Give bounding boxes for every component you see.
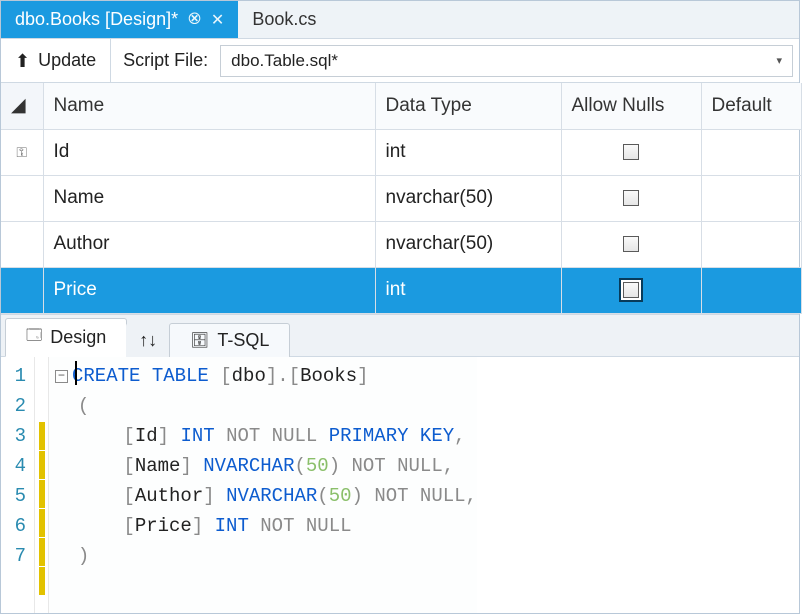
row-key-indicator (1, 267, 43, 313)
fold-toggle-icon[interactable]: − (55, 370, 68, 383)
update-label: Update (38, 50, 96, 71)
row-key-indicator (1, 175, 43, 221)
swap-panes-button[interactable]: ↑↓ (126, 323, 170, 357)
design-icon: 🗔 (26, 325, 42, 350)
document-tab-strip: dbo.Books [Design]* ⮿ ✕ Book.cs (1, 1, 799, 39)
row-key-indicator: ⚿ (1, 129, 43, 175)
chevron-down-icon: ▾ (776, 54, 782, 67)
tab-book-cs[interactable]: Book.cs (238, 1, 330, 38)
cell-name[interactable]: Price (43, 267, 375, 313)
cell-allownulls[interactable] (561, 175, 701, 221)
cell-default[interactable] (701, 175, 801, 221)
update-button[interactable]: ⬆ Update (1, 39, 111, 82)
tab-design[interactable]: 🗔 Design (5, 318, 127, 357)
cell-datatype[interactable]: nvarchar(50) (375, 221, 561, 267)
pin-icon[interactable]: ⮿ (188, 11, 201, 29)
change-markers (35, 357, 49, 614)
columns-grid: ◢ Name Data Type Allow Nulls Default ⚿Id… (1, 83, 799, 315)
tab-label: dbo.Books [Design]* (15, 9, 178, 30)
script-file-value: dbo.Table.sql* (231, 51, 338, 71)
table-row[interactable]: ⚿Idint (1, 129, 801, 175)
column-header-default[interactable]: Default (701, 83, 801, 129)
designer-toolbar: ⬆ Update Script File: dbo.Table.sql* ▾ (1, 39, 799, 83)
table-row[interactable]: Namenvarchar(50) (1, 175, 801, 221)
swap-icon: ↑↓ (139, 330, 157, 351)
tab-tsql-label: T-SQL (217, 330, 269, 351)
cell-datatype[interactable]: int (375, 129, 561, 175)
line-number-gutter: 1 2 3 4 5 6 7 (1, 357, 35, 614)
cell-datatype[interactable]: int (375, 267, 561, 313)
cell-datatype[interactable]: nvarchar(50) (375, 175, 561, 221)
designer-view-tabs: 🗔 Design ↑↓ 🗄 T-SQL (1, 315, 799, 357)
tab-dbo-books-design[interactable]: dbo.Books [Design]* ⮿ ✕ (1, 1, 238, 38)
tsql-editor[interactable]: 1 2 3 4 5 6 7 −CREATE TABLE [dbo].[Books… (1, 357, 799, 614)
checkbox-icon[interactable] (623, 144, 639, 160)
cell-allownulls[interactable] (561, 221, 701, 267)
checkbox-icon[interactable] (623, 236, 639, 252)
checkbox-icon[interactable] (623, 190, 639, 206)
cell-name[interactable]: Author (43, 221, 375, 267)
column-header-name[interactable]: Name (43, 83, 375, 129)
checkbox-icon[interactable] (623, 282, 639, 298)
cell-allownulls[interactable] (561, 129, 701, 175)
code-area[interactable]: −CREATE TABLE [dbo].[Books] ( [Id] INT N… (49, 357, 477, 614)
cell-default[interactable] (701, 221, 801, 267)
table-row[interactable]: Priceint (1, 267, 801, 313)
grid-header-row: ◢ Name Data Type Allow Nulls Default (1, 83, 801, 129)
script-file-dropdown[interactable]: dbo.Table.sql* ▾ (220, 45, 793, 77)
cell-default[interactable] (701, 267, 801, 313)
grid-corner: ◢ (1, 83, 43, 129)
table-row[interactable]: Authornvarchar(50) (1, 221, 801, 267)
tab-design-label: Design (50, 327, 106, 348)
row-key-indicator (1, 221, 43, 267)
tsql-icon: 🗄 (190, 331, 209, 349)
update-icon: ⬆ (15, 52, 30, 70)
tab-tsql[interactable]: 🗄 T-SQL (169, 323, 290, 357)
cell-name[interactable]: Name (43, 175, 375, 221)
script-file-label: Script File: (111, 50, 220, 71)
text-cursor (75, 361, 77, 385)
cell-allownulls[interactable] (561, 267, 701, 313)
column-header-allownulls[interactable]: Allow Nulls (561, 83, 701, 129)
cell-default[interactable] (701, 129, 801, 175)
columns-table: ◢ Name Data Type Allow Nulls Default ⚿Id… (1, 83, 802, 314)
close-icon[interactable]: ✕ (211, 10, 224, 30)
tab-label: Book.cs (252, 9, 316, 30)
column-header-datatype[interactable]: Data Type (375, 83, 561, 129)
cell-name[interactable]: Id (43, 129, 375, 175)
